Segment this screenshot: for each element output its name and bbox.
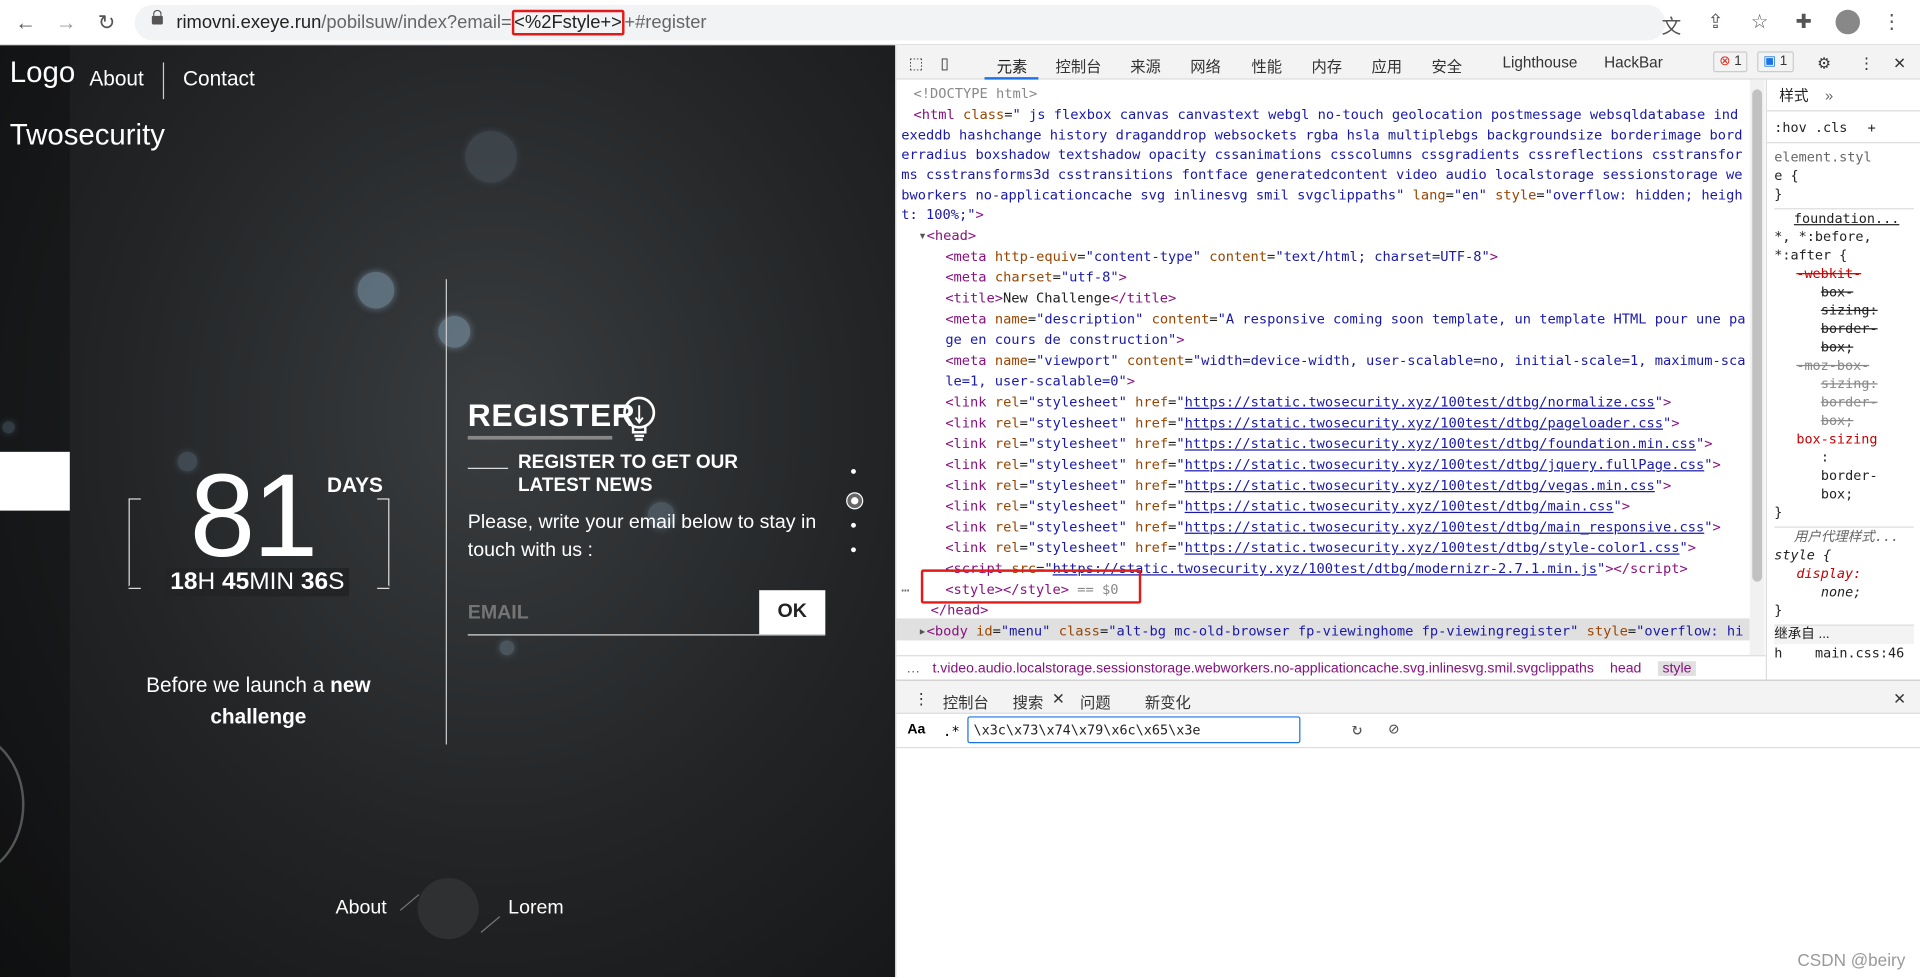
countdown-days-label: DAYS [326, 473, 383, 498]
profile-avatar-icon[interactable] [1834, 9, 1861, 41]
devtools-menu-icon[interactable]: ⋮ [1859, 54, 1874, 72]
email-form: OK [467, 590, 826, 636]
drawer-tab-whats-new[interactable]: 新变化 [1145, 689, 1191, 712]
dom-breadcrumb: … t.video.audio.localstorage.sessionstora… [896, 655, 1766, 679]
drawer-tabbar: ⋮ 控制台 搜索 ✕ 问题 新变化 ✕ [896, 679, 1920, 721]
match-case-toggle[interactable]: Aa [907, 722, 925, 737]
tab-network[interactable]: 网络 [1190, 54, 1221, 77]
register-title: REGISTER [467, 396, 636, 434]
extensions-icon[interactable]: ✚ [1790, 10, 1817, 41]
close-search-tab-icon[interactable]: ✕ [1052, 689, 1065, 708]
device-toggle-icon[interactable]: ▯ [940, 54, 948, 72]
devtools-tabbar: ⬚ ▯ 元素 控制台 来源 网络 性能 内存 应用 安全 Lighthouse … [896, 45, 1920, 80]
drawer-tab-issues[interactable]: 问题 [1080, 689, 1111, 712]
reload-button[interactable]: ↻ [93, 10, 120, 37]
ok-button[interactable]: OK [759, 590, 826, 635]
section-dots [847, 468, 863, 572]
brand-name: Twosecurity [9, 118, 165, 152]
nav-about[interactable]: About [89, 67, 163, 99]
tab-application[interactable]: 应用 [1371, 54, 1402, 77]
section-dot[interactable] [851, 522, 856, 528]
top-nav: About Contact [89, 62, 274, 100]
tagline: Before we launch a new challenge [146, 673, 371, 729]
url-text: rimovni.exeye.run/pobilsuw/index?email= <… [176, 9, 707, 36]
url-highlight-box: <%2Fstyle+> [511, 9, 625, 36]
section-dot[interactable] [851, 468, 856, 474]
breadcrumb-style[interactable]: style [1657, 661, 1697, 676]
close-devtools-icon[interactable]: ✕ [1893, 54, 1906, 72]
tab-elements[interactable]: 元素 [997, 54, 1028, 77]
address-bar: ← → ↻ rimovni.exeye.run/pobilsuw/index?e… [0, 0, 1920, 46]
tab-console[interactable]: 控制台 [1056, 54, 1102, 77]
cls-toggle[interactable]: .cls [1815, 120, 1847, 136]
url-field[interactable]: rimovni.exeye.run/pobilsuw/index?email= <… [134, 4, 1666, 41]
breadcrumb-html[interactable]: t.video.audio.localstorage.sessionstorag… [932, 661, 1593, 676]
footer-nav: About Lorem [336, 866, 581, 952]
tab-hackbar[interactable]: HackBar [1604, 54, 1663, 71]
menu-kebab-icon[interactable]: ⋮ [1878, 10, 1905, 41]
lock-icon [151, 9, 163, 25]
share-icon[interactable]: ⇪ [1702, 10, 1729, 41]
close-drawer-icon[interactable]: ✕ [1893, 689, 1906, 708]
inspect-icon[interactable]: ⬚ [909, 54, 923, 72]
style-tag-highlight-box [920, 569, 1142, 604]
message-badge[interactable]: ▣ 1 [1757, 51, 1794, 73]
search-bar: Aa .* ↻ ⊘ [896, 714, 1920, 749]
regex-toggle[interactable]: .* [943, 722, 960, 739]
breadcrumb-head[interactable]: head [1610, 661, 1641, 676]
website-viewport: Logo Twosecurity About Contact 81 DAYS 1… [0, 45, 896, 977]
watermark: CSDN @beiry [1797, 950, 1906, 970]
refresh-search-icon[interactable]: ↻ [1352, 720, 1362, 740]
tab-sources[interactable]: 来源 [1130, 54, 1161, 77]
drawer-menu-icon[interactable]: ⋮ [913, 689, 928, 708]
styles-panel[interactable]: 样式 » :hov .cls + element.styl e { } foun… [1765, 79, 1920, 680]
back-button[interactable]: ← [12, 10, 39, 37]
section-dot[interactable] [851, 547, 856, 553]
lightbulb-icon [623, 396, 656, 441]
bookmark-star-icon[interactable]: ☆ [1746, 10, 1773, 41]
logo-image[interactable]: Logo [10, 56, 75, 89]
search-input[interactable] [967, 716, 1301, 744]
footer-about[interactable]: About [336, 898, 387, 920]
clear-search-icon[interactable]: ⊘ [1389, 720, 1399, 740]
translate-icon[interactable]: 文 [1658, 10, 1685, 41]
devtools-panel: ⬚ ▯ 元素 控制台 来源 网络 性能 内存 应用 安全 Lighthouse … [895, 45, 1920, 977]
hov-toggle[interactable]: :hov [1774, 120, 1806, 136]
tab-memory[interactable]: 内存 [1311, 54, 1342, 77]
tab-security[interactable]: 安全 [1431, 54, 1462, 77]
browser-window: ← → ↻ rimovni.exeye.run/pobilsuw/index?e… [0, 0, 1920, 977]
section-dot-active[interactable] [847, 493, 863, 509]
email-input[interactable] [467, 602, 750, 625]
nav-contact[interactable]: Contact [183, 67, 274, 99]
register-description: Please, write your email below to stay i… [467, 511, 817, 561]
error-badge[interactable]: ⊗ 1 [1713, 51, 1748, 73]
settings-gear-icon[interactable]: ⚙ [1817, 54, 1831, 72]
countdown-hms: 18H 45MIN 36S [165, 568, 350, 597]
tab-performance[interactable]: 性能 [1251, 54, 1282, 77]
tab-styles[interactable]: 样式 [1779, 87, 1808, 104]
forward-button[interactable]: → [53, 10, 80, 37]
countdown-days: 81 [189, 450, 318, 582]
elements-tree[interactable]: <!DOCTYPE html> <html class=" js flexbox… [896, 80, 1750, 656]
footer-lorem[interactable]: Lorem [508, 898, 564, 920]
tab-lighthouse[interactable]: Lighthouse [1502, 54, 1577, 71]
drawer-tab-console[interactable]: 控制台 [943, 689, 989, 712]
register-subtitle: REGISTER TO GET OUR LATEST NEWS [517, 451, 739, 496]
